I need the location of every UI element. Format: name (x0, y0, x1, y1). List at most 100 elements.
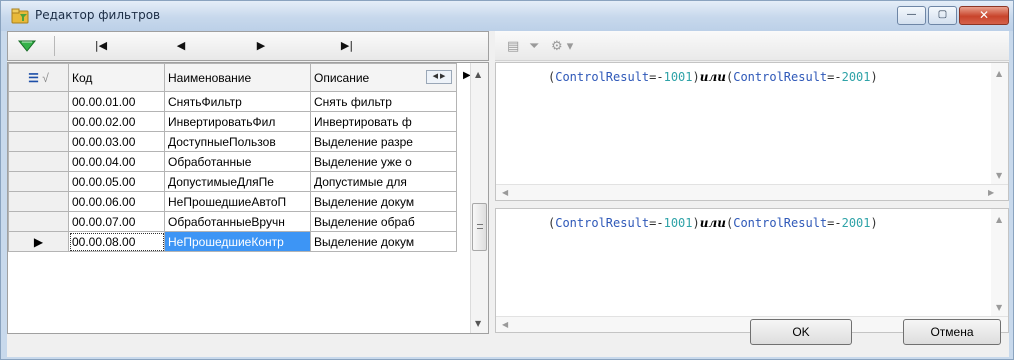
cell-code[interactable]: 00.00.05.00 (68, 171, 165, 192)
cell-code[interactable]: 00.00.01.00 (68, 91, 165, 112)
cell-description[interactable]: Допустимые для (310, 171, 457, 192)
row-indicator[interactable] (8, 131, 69, 152)
row-indicator[interactable] (8, 171, 69, 192)
scroll-up-icon[interactable]: ▲ (996, 215, 1002, 224)
filter-expression-editor[interactable]: (ControlResult=-1001)или(ControlResult=-… (495, 62, 1009, 201)
scroll-right-icon[interactable]: ▶ (988, 188, 994, 197)
scroll-left-icon[interactable]: ◀ (502, 188, 508, 197)
column-header-description[interactable]: Описание ◀ ▶ (310, 63, 457, 92)
scroll-left-icon[interactable]: ◀ (502, 320, 508, 329)
minimize-button[interactable]: — (897, 6, 926, 25)
table-row-selected[interactable]: ▶ 00.00.08.00 НеПрошедшиеКонтр Выделение… (8, 231, 457, 252)
filters-grid[interactable]: ☰ √ Код Наименование Описание ◀ ▶ 00.00.… (7, 62, 489, 334)
code-number: 2001 (841, 70, 871, 84)
scroll-up-icon[interactable]: ▲ (996, 69, 1002, 78)
cell-code[interactable]: 00.00.03.00 (68, 131, 165, 152)
row-indicator[interactable] (8, 111, 69, 132)
filter-expression-code[interactable]: (ControlResult=-1001)или(ControlResult=-… (548, 70, 878, 84)
cell-description[interactable]: Выделение докум (310, 191, 457, 212)
cell-name[interactable]: СнятьФильтр (164, 91, 311, 112)
table-header-row: ☰ √ Код Наименование Описание ◀ ▶ (8, 63, 457, 92)
cell-description[interactable]: Выделение докум (310, 231, 457, 252)
navigation-toolbar: |◀ ◀ ▶ ▶| (7, 31, 489, 61)
grid-vertical-scrollbar[interactable]: ▲ ▼ (470, 63, 488, 333)
table-row[interactable]: 00.00.01.00 СнятьФильтр Снять фильтр (8, 91, 457, 112)
row-indicator[interactable] (8, 211, 69, 232)
code-operator: =- (649, 70, 664, 84)
column-header-name[interactable]: Наименование (164, 63, 311, 92)
close-button[interactable]: ✕ (959, 6, 1009, 25)
cell-code[interactable]: 00.00.06.00 (68, 191, 165, 212)
column-header-code[interactable]: Код (68, 63, 165, 92)
code-paren: ) (870, 216, 878, 230)
cell-name[interactable]: НеПрошедшиеКонтр (164, 231, 311, 252)
cell-name[interactable]: ИнвертироватьФил (164, 111, 311, 132)
maximize-button[interactable]: ▢ (928, 6, 957, 25)
cell-description[interactable]: Выделение уже о (310, 151, 457, 172)
table-row[interactable]: 00.00.02.00 ИнвертироватьФил Инвертирова… (8, 111, 457, 132)
code-paren: ) (870, 70, 878, 84)
last-record-button[interactable]: ▶| (336, 37, 358, 55)
editor-vertical-scrollbar[interactable]: ▲ ▼ (991, 209, 1008, 316)
cell-description[interactable]: Инвертировать ф (310, 111, 457, 132)
row-indicator[interactable] (8, 191, 69, 212)
scroll-down-icon[interactable]: ▼ (996, 171, 1002, 180)
table-row[interactable]: 00.00.06.00 НеПрошедшиеАвтоП Выделение д… (8, 191, 457, 212)
cell-code[interactable]: 00.00.07.00 (68, 211, 165, 232)
first-record-button[interactable]: |◀ (90, 37, 112, 55)
filter-editor-window: Редактор фильтров — ▢ ✕ |◀ ◀ ▶ ▶| ☰ √ Ко… (0, 0, 1014, 360)
scroll-down-icon[interactable]: ▼ (996, 303, 1002, 312)
scroll-thumb[interactable] (472, 203, 487, 251)
thumb-grip-icon (477, 224, 483, 229)
code-operator: =- (827, 70, 842, 84)
editor-gutter (496, 63, 536, 184)
code-number: 1001 (663, 216, 693, 230)
scroll-up-icon[interactable]: ▲ (475, 70, 481, 79)
funnel-icon[interactable]: ⏷ (529, 39, 539, 54)
cell-code[interactable]: 00.00.04.00 (68, 151, 165, 172)
filter-expression-preview[interactable]: (ControlResult=-1001)или(ControlResult=-… (495, 208, 1009, 333)
dialog-client-area: |◀ ◀ ▶ ▶| ☰ √ Код Наименование Описание … (7, 31, 1009, 357)
list-options-icon[interactable]: ☰ (28, 71, 39, 85)
column-scroll-arrows-icon[interactable]: ◀ ▶ (426, 70, 452, 84)
code-identifier: ControlResult (733, 70, 828, 84)
settings-gear-icon[interactable]: ⚙ ▾ (551, 39, 573, 54)
green-filter-icon[interactable] (16, 37, 38, 55)
cell-code[interactable]: 00.00.08.00 (68, 231, 165, 252)
code-paren: ) (692, 70, 700, 84)
table-row[interactable]: 00.00.05.00 ДопустимыеДляПе Допустимые д… (8, 171, 457, 192)
cell-description[interactable]: Выделение разре (310, 131, 457, 152)
cell-name[interactable]: ОбработанныеВручн (164, 211, 311, 232)
code-paren: ) (692, 216, 700, 230)
cell-description[interactable]: Снять фильтр (310, 91, 457, 112)
editor-vertical-scrollbar[interactable]: ▲ ▼ (991, 63, 1008, 184)
current-row-indicator-icon[interactable]: ▶ (8, 231, 69, 252)
cell-name[interactable]: ДопустимыеДляПе (164, 171, 311, 192)
code-identifier: ControlResult (555, 216, 650, 230)
code-operator: =- (649, 216, 664, 230)
cell-code[interactable]: 00.00.02.00 (68, 111, 165, 132)
row-indicator[interactable] (8, 151, 69, 172)
code-keyword: или (699, 70, 726, 84)
previous-record-button[interactable]: ◀ (170, 37, 192, 55)
title-bar[interactable]: Редактор фильтров — ▢ ✕ (1, 1, 1013, 31)
table-row[interactable]: 00.00.03.00 ДоступныеПользов Выделение р… (8, 131, 457, 152)
code-identifier: ControlResult (733, 216, 828, 230)
header-indicator-cell[interactable]: ☰ √ (8, 63, 69, 92)
cell-name[interactable]: ДоступныеПользов (164, 131, 311, 152)
ok-button[interactable]: OK (750, 319, 852, 345)
filter-expression-code[interactable]: (ControlResult=-1001)или(ControlResult=-… (548, 216, 878, 230)
next-record-button[interactable]: ▶ (250, 37, 272, 55)
table-row[interactable]: 00.00.04.00 Обработанные Выделение уже о (8, 151, 457, 172)
cell-name[interactable]: Обработанные (164, 151, 311, 172)
header-check-mark: √ (42, 70, 49, 85)
cell-name[interactable]: НеПрошедшиеАвтоП (164, 191, 311, 212)
filters-table: ☰ √ Код Наименование Описание ◀ ▶ 00.00.… (8, 63, 457, 252)
table-row[interactable]: 00.00.07.00 ОбработанныеВручн Выделение … (8, 211, 457, 232)
cell-description[interactable]: Выделение обраб (310, 211, 457, 232)
row-indicator[interactable] (8, 91, 69, 112)
editor-horizontal-scrollbar[interactable]: ◀ ▶ (496, 184, 1008, 200)
scroll-down-icon[interactable]: ▼ (475, 319, 481, 328)
cancel-button[interactable]: Отмена (903, 319, 1001, 345)
grid-icon[interactable]: ▤ (507, 39, 519, 54)
